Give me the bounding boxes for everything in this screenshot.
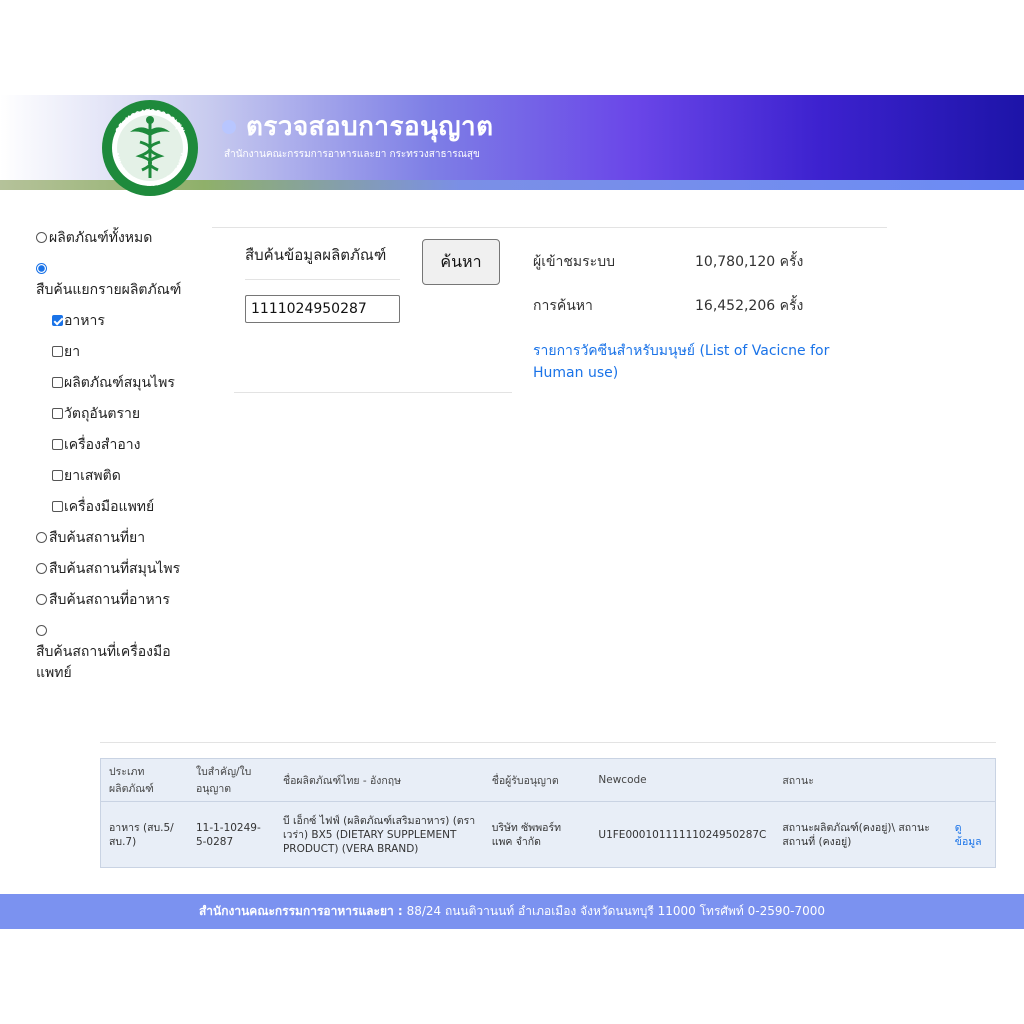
checkbox-checked-icon[interactable] [52, 315, 63, 326]
search-input[interactable] [245, 295, 400, 323]
radio-icon[interactable] [36, 232, 47, 243]
sidebar: ผลิตภัณฑ์ทั้งหมด สืบค้นแยกรายผลิตภัณฑ์ อ… [36, 228, 196, 684]
vaccine-list-link[interactable]: รายการวัคซีนสำหรับมนุษย์ (List of Vacicn… [533, 340, 833, 384]
radio-label: สืบค้นสถานที่อาหาร [49, 592, 170, 608]
checkbox-label: เครื่องมือแพทย์ [64, 499, 155, 515]
checkbox-icon[interactable] [52, 470, 63, 481]
checkbox-label: ยา [64, 344, 81, 360]
checkbox-food[interactable]: อาหาร [52, 311, 196, 332]
searches-value: 16,452,206 ครั้ง [695, 298, 804, 314]
cell-status: สถานะผลิตภัณฑ์(คงอยู่)\ สถานะสถานที่ (คง… [774, 801, 947, 868]
radio-label: สืบค้นสถานที่ยา [49, 530, 146, 546]
search-label: สืบค้นข้อมูลผลิตภัณฑ์ [245, 246, 387, 264]
checkbox-medical-device[interactable]: เครื่องมือแพทย์ [52, 497, 196, 518]
results-table: ประเภทผลิตภัณฑ์ ใบสำคัญ/ใบอนุญาต ชื่อผลิ… [99, 758, 996, 868]
column-header: ชื่อผลิตภัณฑ์ไทย - อังกฤษ [274, 758, 484, 802]
column-header [946, 758, 996, 802]
radio-label: สืบค้นแยกรายผลิตภัณฑ์ [36, 282, 182, 298]
visitors-label: ผู้เข้าชมระบบ [533, 254, 615, 270]
checkbox-label: อาหาร [64, 313, 105, 329]
radio-icon[interactable] [36, 532, 47, 543]
checkbox-icon[interactable] [52, 439, 63, 450]
checkbox-hazardous[interactable]: วัตถุอันตราย [52, 404, 196, 425]
radio-drug-premises[interactable]: สืบค้นสถานที่ยา [36, 528, 196, 549]
divider [234, 392, 512, 393]
checkbox-icon[interactable] [52, 377, 63, 388]
column-header: Newcode [590, 758, 775, 802]
page-title: ตรวจสอบการอนุญาต [222, 106, 494, 147]
checkbox-label: ยาเสพติด [64, 468, 121, 484]
radio-icon[interactable] [36, 625, 47, 636]
bullet-icon [222, 119, 236, 134]
cell-type: อาหาร (สบ.5/สบ.7) [99, 801, 188, 868]
table-header-row: ประเภทผลิตภัณฑ์ ใบสำคัญ/ใบอนุญาต ชื่อผลิ… [99, 758, 996, 802]
radio-herbal-premises[interactable]: สืบค้นสถานที่สมุนไพร [36, 559, 196, 580]
radio-all-products[interactable]: ผลิตภัณฑ์ทั้งหมด [36, 228, 196, 249]
footer: สำนักงานคณะกรรมการอาหารและยา : 88/24 ถนน… [0, 894, 1024, 929]
divider [100, 742, 996, 743]
search-button[interactable]: ค้นหา [422, 239, 500, 285]
checkbox-icon[interactable] [52, 501, 63, 512]
radio-selected-icon[interactable] [36, 263, 47, 274]
divider [245, 279, 400, 280]
radio-icon[interactable] [36, 594, 47, 605]
column-header: ชื่อผู้รับอนุญาต [483, 758, 591, 802]
cell-licensee: บริษัท ซัพพอร์ท แพค จำกัด [483, 801, 591, 868]
page-subtitle: สำนักงานคณะกรรมการอาหารและยา กระทรวงสาธา… [224, 149, 480, 160]
checkbox-narcotic[interactable]: ยาเสพติด [52, 466, 196, 487]
page-title-text: ตรวจสอบการอนุญาต [246, 112, 494, 142]
checkbox-label: ผลิตภัณฑ์สมุนไพร [64, 375, 175, 391]
checkbox-icon[interactable] [52, 408, 63, 419]
column-header: ใบสำคัญ/ใบอนุญาต [187, 758, 275, 802]
checkbox-label: วัตถุอันตราย [64, 406, 141, 422]
visitors-value: 10,780,120 ครั้ง [695, 254, 804, 270]
radio-icon[interactable] [36, 563, 47, 574]
radio-label: สืบค้นสถานที่สมุนไพร [49, 561, 181, 577]
column-header: สถานะ [774, 758, 947, 802]
column-header: ประเภทผลิตภัณฑ์ [99, 758, 188, 802]
checkbox-icon[interactable] [52, 346, 63, 357]
radio-food-premises[interactable]: สืบค้นสถานที่อาหาร [36, 590, 196, 611]
radio-search-by-product[interactable]: สืบค้นแยกรายผลิตภัณฑ์ [36, 259, 196, 301]
searches-label: การค้นหา [533, 298, 593, 314]
checkbox-herbal[interactable]: ผลิตภัณฑ์สมุนไพร [52, 373, 196, 394]
checkbox-label: เครื่องสำอาง [64, 437, 141, 453]
ministry-logo: กระทรวงสาธารณสุข MINISTRY OF PUBLIC HEAL… [102, 100, 198, 196]
footer-org: สำนักงานคณะกรรมการอาหารและยา : [198, 904, 403, 918]
cell-license: 11-1-10249-5-0287 [187, 801, 275, 868]
view-details-link[interactable]: ดูข้อมูล [955, 822, 982, 848]
checkbox-drug[interactable]: ยา [52, 342, 196, 363]
divider [212, 227, 887, 228]
cell-newcode: U1FE00010111111024950287C [590, 801, 775, 868]
table-row: อาหาร (สบ.5/สบ.7) 11-1-10249-5-0287 บี เ… [99, 801, 996, 868]
checkbox-cosmetic[interactable]: เครื่องสำอาง [52, 435, 196, 456]
radio-label: สืบค้นสถานที่เครื่องมือแพทย์ [36, 644, 171, 681]
radio-medical-device-premises[interactable]: สืบค้นสถานที่เครื่องมือแพทย์ [36, 621, 196, 684]
footer-address: 88/24 ถนนติวานนท์ อำเภอเมือง จังหวัดนนทบ… [406, 904, 826, 918]
radio-label: ผลิตภัณฑ์ทั้งหมด [49, 230, 153, 246]
cell-action: ดูข้อมูล [946, 801, 996, 868]
cell-product-name: บี เอ็กซ์ ไฟฟ์ (ผลิตภัณฑ์เสริมอาหาร) (ตร… [274, 801, 484, 868]
